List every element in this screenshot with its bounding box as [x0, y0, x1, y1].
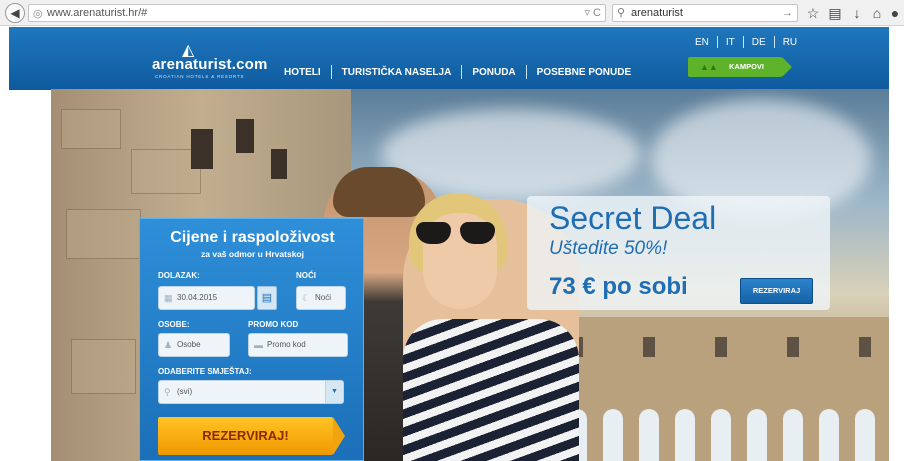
nav-divider: [330, 65, 332, 79]
arch: [639, 409, 659, 461]
person-icon: ♟: [164, 340, 173, 350]
lang-ru[interactable]: RU: [783, 37, 797, 48]
wall-window: [191, 129, 213, 169]
booking-subtitle: za vaš odmor u Hrvatskoj: [201, 249, 304, 259]
arch: [819, 409, 839, 461]
promo-subtitle: Uštedite 50%!: [549, 238, 668, 259]
bookmarks-icon[interactable]: ▤: [826, 4, 844, 22]
nav-item-posebne-ponude[interactable]: POSEBNE PONUDE: [537, 67, 631, 78]
man-hair: [333, 167, 425, 217]
home-icon[interactable]: ⌂: [868, 4, 886, 22]
address-bar[interactable]: ◎ www.arenaturist.hr/# ▿ C: [28, 4, 606, 22]
arch: [603, 409, 623, 461]
lang-divider: [773, 36, 775, 48]
reload-button[interactable]: ▿ C: [584, 5, 601, 21]
nights-field[interactable]: ☾ Noći: [296, 286, 346, 310]
browser-toolbar: ◀ ◎ www.arenaturist.hr/# ▿ C ⚲ arenaturi…: [0, 0, 904, 26]
kampovi-label: KAMPOVI: [729, 62, 765, 71]
arch: [675, 409, 695, 461]
upper-window: [859, 337, 871, 357]
camp-tent-icon: ▲▲: [700, 62, 718, 72]
promo-title: Secret Deal: [549, 200, 717, 236]
arrival-date-field[interactable]: ▦ 30.04.2015: [158, 286, 255, 310]
upper-window: [715, 337, 727, 357]
language-switcher: EN IT DE RU: [695, 36, 797, 48]
calendar-icon: ▦: [164, 293, 173, 303]
wall-window: [271, 149, 287, 179]
booking-title: Cijene i raspoloživost: [170, 229, 335, 246]
nav-divider: [525, 65, 527, 79]
upper-window: [643, 337, 655, 357]
secret-deal-promo: Secret Deal Uštedite 50%! 73 € po sobi R…: [527, 196, 830, 310]
location-pin-icon: ⚲: [164, 387, 171, 397]
upper-window: [787, 337, 799, 357]
accommodation-select[interactable]: ⚲ (svi) ▼: [158, 380, 344, 404]
lang-it[interactable]: IT: [726, 37, 735, 48]
accommodation-value: (svi): [177, 387, 193, 396]
search-query: arenaturist: [631, 7, 683, 19]
accommodation-label: ODABERITE SMJEŠTAJ:: [158, 367, 252, 376]
arrival-date-value: 30.04.2015: [177, 293, 218, 302]
main-nav: HOTELI TURISTIČKA NASELJA PONUDA POSEBNE…: [284, 65, 631, 79]
back-arrow-icon[interactable]: ◀: [5, 3, 25, 23]
url-text: www.arenaturist.hr/#: [47, 7, 148, 19]
chevron-down-icon[interactable]: ▼: [325, 381, 343, 403]
arena-arches: [551, 317, 889, 461]
persons-label: OSOBE:: [158, 320, 190, 329]
nights-placeholder: Noći: [315, 293, 332, 302]
booking-widget: Cijene i raspoloživost za vaš odmor u Hr…: [139, 218, 364, 461]
reserve-button[interactable]: REZERVIRAJ!: [158, 417, 345, 455]
promo-code-label: PROMO KOD: [248, 320, 299, 329]
stone-block: [71, 339, 136, 394]
stone-block: [61, 109, 121, 149]
promo-code-field[interactable]: ▬ Promo kod: [248, 333, 348, 357]
persons-placeholder: Osobe: [177, 340, 201, 349]
nav-divider: [461, 65, 463, 79]
search-icon: ⚲: [617, 7, 626, 19]
star-icon[interactable]: ☆: [804, 4, 822, 22]
wall-window: [236, 119, 254, 153]
nav-item-turisticka-naselja[interactable]: TURISTIČKA NASELJA: [342, 67, 452, 78]
site-header: ◭ arenaturist.com CROATIAN HOTELS & RESO…: [9, 27, 889, 90]
arch: [855, 409, 875, 461]
lang-divider: [742, 36, 744, 48]
nav-item-ponuda[interactable]: PONUDA: [472, 67, 515, 78]
promo-price: 73 € po sobi: [549, 273, 688, 300]
menu-icon[interactable]: ●: [886, 4, 904, 22]
search-go-icon[interactable]: →: [782, 5, 793, 21]
globe-icon: ◎: [33, 8, 43, 20]
lang-divider: [716, 36, 718, 48]
arch: [783, 409, 803, 461]
nav-item-hoteli[interactable]: HOTELI: [284, 67, 321, 78]
arrival-label: DOLAZAK:: [158, 271, 200, 280]
lang-de[interactable]: DE: [752, 37, 766, 48]
calendar-picker-button[interactable]: ▤: [257, 286, 277, 310]
striped-top: [403, 319, 579, 461]
promo-code-placeholder: Promo kod: [267, 340, 306, 349]
arch: [747, 409, 767, 461]
logo-tagline: CROATIAN HOTELS & RESORTS: [155, 74, 245, 79]
site-logo[interactable]: arenaturist.com: [152, 56, 268, 73]
moon-icon: ☾: [302, 293, 311, 303]
arch: [711, 409, 731, 461]
browser-search-input[interactable]: ⚲ arenaturist →: [612, 4, 798, 22]
stone-block: [66, 209, 141, 259]
lang-en[interactable]: EN: [695, 37, 709, 48]
persons-field[interactable]: ♟ Osobe: [158, 333, 230, 357]
download-icon[interactable]: ↓: [848, 4, 866, 22]
tag-icon: ▬: [254, 340, 263, 350]
kampovi-button[interactable]: ▲▲ KAMPOVI: [688, 57, 792, 77]
promo-reserve-button[interactable]: REZERVIRAJ: [740, 278, 813, 304]
sunglasses: [416, 222, 498, 244]
nights-label: NOĆI: [296, 271, 316, 280]
